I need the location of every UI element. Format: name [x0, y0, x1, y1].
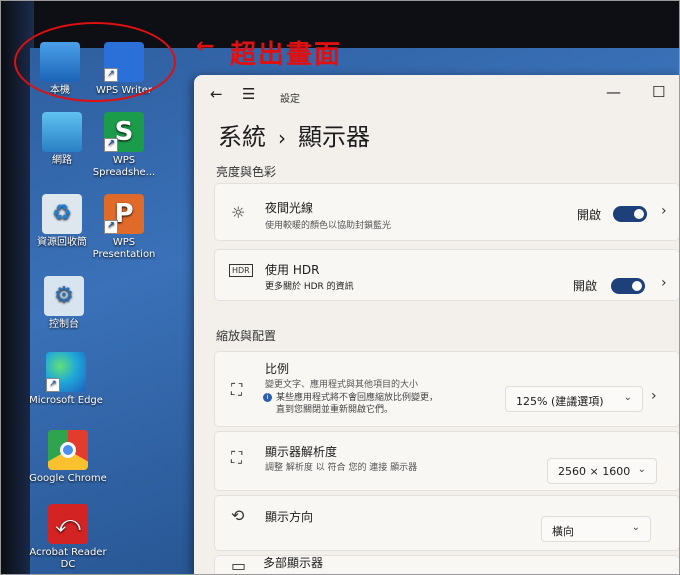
resolution-value: 2560 × 1600 [558, 465, 631, 478]
info-icon: i [263, 393, 272, 402]
maximize-button[interactable]: ☐ [652, 83, 665, 101]
chevron-down-icon: ⌄ [623, 392, 632, 403]
app-title: 設定 [280, 94, 300, 105]
desktop-icon-wps-spreadsheet[interactable]: S ↗ WPS Spreadshe... [82, 112, 166, 179]
menu-icon[interactable]: ☰ [242, 85, 255, 103]
shortcut-arrow-icon: ↗ [104, 220, 118, 234]
breadcrumb: 系統 › 顯示器 [218, 117, 370, 152]
hdr-icon: HDR [229, 264, 253, 277]
wps-presentation-icon: P ↗ [104, 194, 144, 234]
orientation-row: ⟲ 顯示方向 橫向 ⌄ [214, 495, 680, 551]
desktop-icon-wps-presentation[interactable]: P ↗ WPS Presentation [82, 194, 166, 261]
scale-dropdown[interactable]: 125% (建議選項) ⌄ [505, 386, 643, 412]
annotation-ellipse [14, 22, 176, 102]
orientation-dropdown[interactable]: 橫向 ⌄ [541, 516, 651, 542]
chevron-right-icon[interactable]: › [651, 388, 657, 404]
title-bar: ← ☰ 設定 — ☐ [194, 75, 680, 115]
night-light-title: 夜間光線 [265, 201, 314, 215]
hdr-state: 開啟 [573, 279, 598, 293]
desktop-icon-label: 控制台 [49, 319, 79, 330]
resolution-row: ⛶ 顯示器解析度 調整 解析度 以 符合 您的 連接 顯示器 2560 × 16… [214, 431, 680, 491]
multiple-displays-title: 多部顯示器 [263, 556, 324, 570]
resolution-icon: ⛶ [231, 448, 243, 467]
chevron-right-icon[interactable]: › [661, 203, 667, 219]
scale-icon: ⛶ [231, 380, 243, 399]
resolution-subtitle: 調整 解析度 以 符合 您的 連接 顯示器 [265, 463, 418, 473]
night-light-row[interactable]: ☼ 夜間光線 使用較暖的顏色以協助封鎖藍光 開啟 › [214, 183, 680, 241]
night-light-subtitle: 使用較暖的顏色以協助封鎖藍光 [265, 221, 392, 231]
desktop-icon-label: WPS Presentation [92, 237, 156, 260]
desktop-icon-label: Acrobat Reader DC [29, 547, 107, 570]
night-light-toggle[interactable] [613, 206, 647, 222]
desktop-icon-label: Google Chrome [29, 473, 107, 484]
control-panel-icon: ⚙ [44, 276, 84, 316]
breadcrumb-current: 顯示器 [298, 123, 370, 151]
section-header-scale-layout: 縮放與配置 [216, 329, 277, 343]
desktop-icon-label: Microsoft Edge [29, 395, 103, 406]
edge-icon: ↗ [46, 352, 86, 392]
hdr-more-info-link[interactable]: 更多關於 HDR 的資訊 [265, 279, 354, 292]
desktop-icon-chrome[interactable]: Google Chrome [26, 430, 110, 485]
scale-title: 比例 [265, 362, 290, 376]
breadcrumb-separator: › [278, 126, 286, 150]
annotation-text: 超出畫面 [230, 40, 343, 70]
hdr-title: 使用 HDR [265, 263, 320, 277]
desktop-icon-label: WPS Spreadshe... [92, 155, 156, 178]
settings-window: ← ☰ 設定 — ☐ 系統 › 顯示器 亮度與色彩 ☼ 夜間光線 使用較暖的顏色以協… [194, 75, 680, 575]
desktop-icon-edge[interactable]: ↗ Microsoft Edge [24, 352, 108, 407]
resolution-title: 顯示器解析度 [265, 445, 338, 459]
chrome-icon [48, 430, 88, 470]
back-arrow-icon[interactable]: ← [210, 85, 223, 103]
hdr-row[interactable]: HDR 使用 HDR 更多關於 HDR 的資訊 開啟 › [214, 249, 680, 301]
desktop-icon-acrobat[interactable]: ⤺ Acrobat Reader DC [26, 504, 110, 571]
shortcut-arrow-icon: ↗ [46, 378, 60, 392]
scale-value: 125% (建議選項) [516, 395, 604, 408]
orientation-icon: ⟲ [231, 506, 245, 525]
section-header-brightness: 亮度與色彩 [216, 165, 277, 179]
chevron-down-icon: ⌄ [637, 464, 646, 475]
orientation-value: 橫向 [552, 525, 574, 538]
network-icon [42, 112, 82, 152]
multiple-displays-row[interactable]: ▭ 多部顯示器 [214, 555, 680, 575]
annotation-arrow: ← [196, 34, 215, 59]
scale-subtitle: 變更文字、應用程式與其他項目的大小 [265, 380, 419, 390]
chevron-down-icon: ⌄ [631, 522, 640, 533]
acrobat-icon: ⤺ [48, 504, 88, 544]
recycle-bin-icon: ♻ [42, 194, 82, 234]
chevron-right-icon[interactable]: › [661, 275, 667, 291]
brightness-icon: ☼ [231, 203, 246, 222]
resolution-dropdown[interactable]: 2560 × 1600 ⌄ [547, 458, 657, 484]
orientation-title: 顯示方向 [265, 510, 314, 524]
night-light-state: 開啟 [577, 208, 602, 222]
scale-note: i 某些應用程式將不會回應縮放比例變更， 直到您關閉並重新開啟它們。 [263, 392, 438, 416]
desktop-icon-control-panel[interactable]: ⚙ 控制台 [22, 276, 106, 331]
shortcut-arrow-icon: ↗ [104, 138, 118, 152]
breadcrumb-parent[interactable]: 系統 [218, 123, 266, 151]
hdr-toggle[interactable] [611, 278, 645, 294]
multiple-displays-icon: ▭ [231, 556, 247, 575]
minimize-button[interactable]: — [606, 83, 621, 101]
wps-spreadsheet-icon: S ↗ [104, 112, 144, 152]
scale-row: ⛶ 比例 變更文字、應用程式與其他項目的大小 i 某些應用程式將不會回應縮放比例變… [214, 351, 680, 427]
